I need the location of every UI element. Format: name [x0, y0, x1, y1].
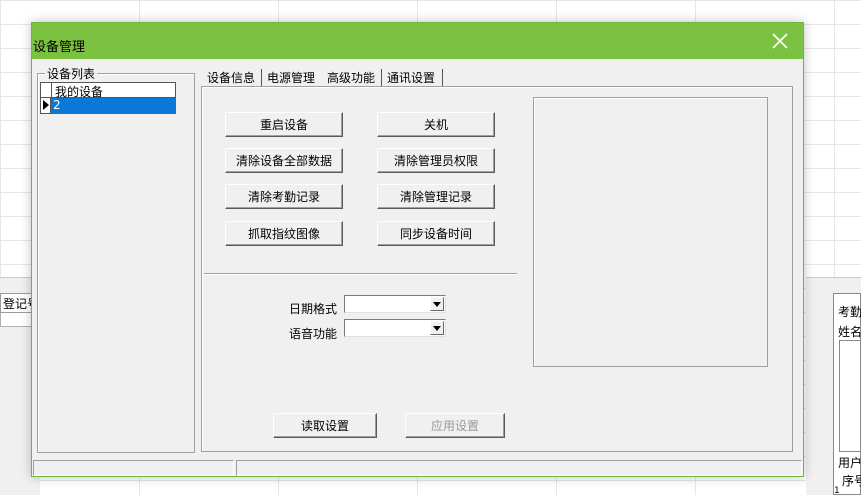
tab-power-management[interactable]: 电源管理 [264, 67, 318, 87]
tab-separator [381, 69, 382, 87]
background-name-label: 姓名 [838, 325, 861, 339]
chevron-down-icon [433, 325, 441, 331]
clear-admin-rights-button[interactable]: 清除管理员权限 [377, 148, 495, 173]
device-list-title: 设备列表 [45, 65, 98, 82]
date-format-label: 日期格式 [289, 302, 338, 316]
tab-device-info[interactable]: 设备信息 [204, 67, 258, 87]
row-pointer-icon [43, 100, 49, 110]
close-x-icon [772, 33, 788, 49]
status-bar [33, 460, 802, 476]
date-format-select[interactable] [344, 295, 446, 313]
shutdown-button[interactable]: 关机 [377, 112, 495, 137]
status-pane [236, 460, 802, 476]
device-list-group: 设备列表 我的设备 2 [37, 65, 195, 453]
background-attendance-label: 考勤 [838, 305, 861, 319]
capture-fingerprint-button[interactable]: 抓取指纹图像 [225, 221, 343, 246]
dialog-title: 设备管理 [33, 40, 86, 55]
panel-divider [204, 273, 517, 275]
tab-separator [442, 69, 443, 87]
restart-device-button[interactable]: 重启设备 [225, 112, 343, 137]
read-settings-button[interactable]: 读取设置 [273, 413, 377, 438]
clear-all-data-button[interactable]: 清除设备全部数据 [225, 148, 343, 173]
tab-communication-settings[interactable]: 通讯设置 [384, 67, 438, 87]
background-user-label: 用户 [838, 456, 861, 470]
device-management-dialog: 设备管理 设备列表 我的设备 2 设备信息 电源管理 高级功能 通讯设置 重启设… [31, 22, 804, 477]
tab-separator [261, 69, 262, 87]
apply-settings-button: 应用设置 [405, 413, 505, 438]
clear-attendance-records-button[interactable]: 清除考勤记录 [225, 184, 343, 209]
voice-function-select[interactable] [344, 319, 446, 337]
clear-admin-records-button[interactable]: 清除管理记录 [377, 184, 495, 209]
sync-device-time-button[interactable]: 同步设备时间 [377, 221, 495, 246]
voice-function-label: 语音功能 [289, 327, 338, 341]
background-right-list [839, 340, 861, 452]
background-index-header: 序号 [842, 474, 861, 488]
status-pane [33, 460, 234, 476]
header-gutter [41, 83, 52, 97]
chevron-down-icon [433, 301, 441, 307]
fingerprint-preview-panel [533, 97, 768, 367]
dropdown-button[interactable] [430, 321, 444, 335]
close-button[interactable] [757, 23, 803, 59]
device-list[interactable]: 我的设备 2 [40, 82, 176, 114]
device-row[interactable]: 2 [40, 98, 176, 114]
device-row-label[interactable]: 2 [51, 98, 176, 114]
device-list-header: 我的设备 [40, 82, 176, 99]
dialog-titlebar: 设备管理 [32, 23, 803, 59]
dropdown-button[interactable] [430, 297, 444, 311]
row-gutter [40, 98, 51, 114]
tab-advanced-functions[interactable]: 高级功能 [324, 67, 378, 87]
